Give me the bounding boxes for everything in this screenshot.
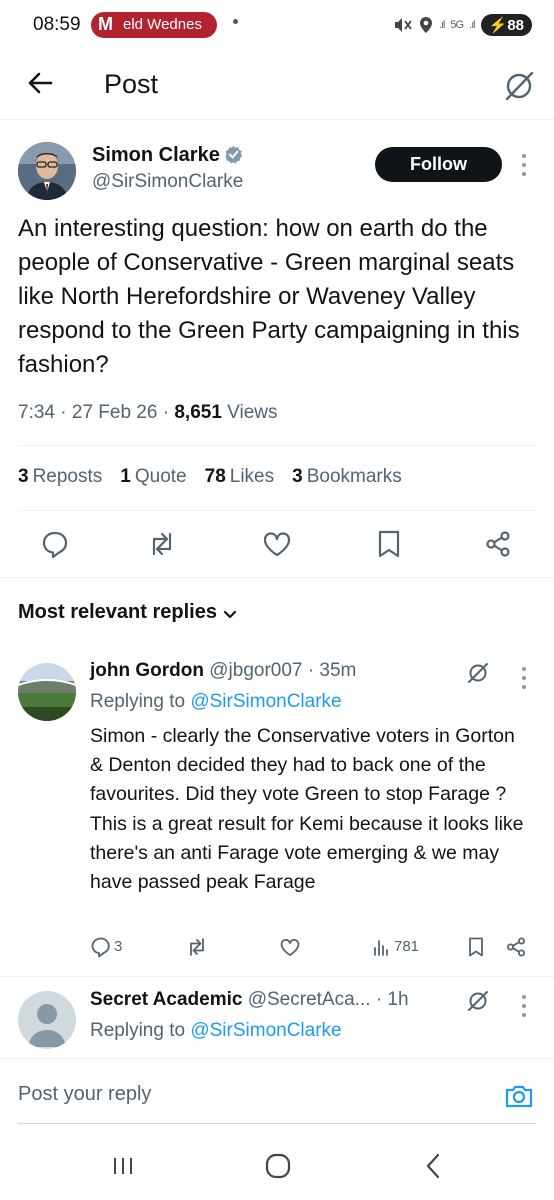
author-avatar[interactable] [18, 142, 76, 200]
verified-badge-icon [225, 145, 242, 164]
home-icon[interactable] [264, 1152, 292, 1180]
grok-icon[interactable] [466, 989, 490, 1013]
post-stats: 3 Reposts 1 Quote 78 Likes 3 Bookmarks [18, 466, 402, 488]
reply-actions: 3 781 [90, 936, 530, 966]
mute-icon [394, 18, 412, 32]
reply-composer: Post your reply [0, 1058, 554, 1125]
replying-prefix: Replying to [90, 1020, 186, 1041]
replying-to: Replying to @SirSimonClarke [90, 1020, 342, 1042]
reply-icon[interactable] [90, 936, 112, 958]
reply-author-handle[interactable]: @SecretAca... [248, 989, 371, 1010]
reply-icon[interactable] [40, 529, 70, 559]
replying-to-link[interactable]: @SirSimonClarke [190, 1020, 341, 1041]
reply-text: Simon - clearly the Conservative voters … [90, 725, 524, 894]
like-icon[interactable] [279, 936, 301, 958]
likes-label: Likes [229, 466, 275, 487]
reply-count: 3 [114, 938, 123, 955]
post-meta: 7:34 · 27 Feb 26 · 8,651 Views [18, 402, 278, 423]
reply-author-name[interactable]: Secret Academic [90, 989, 242, 1010]
recent-apps-icon[interactable] [111, 1156, 135, 1176]
reply-input[interactable]: Post your reply [18, 1083, 151, 1106]
reposts-stat[interactable]: 3 Reposts [18, 466, 102, 488]
like-icon[interactable] [262, 529, 292, 559]
quotes-stat[interactable]: 1 Quote [120, 466, 186, 488]
back-arrow-icon[interactable] [24, 67, 56, 99]
likes-stat[interactable]: 78 Likes [205, 466, 275, 488]
author-name-text: Simon Clarke [92, 144, 220, 166]
share-icon[interactable] [483, 529, 513, 559]
reposts-label: Reposts [32, 466, 103, 487]
bookmark-icon[interactable] [374, 529, 404, 559]
bookmarks-count: 3 [292, 466, 303, 487]
grok-icon[interactable] [502, 69, 536, 103]
status-icons: .ıl 5G .ıl ⚡88 [393, 12, 532, 38]
signal-icon: .ıl [438, 19, 445, 31]
views-icon[interactable] [371, 936, 393, 958]
reply-header: Secret Academic @SecretAca... · 1h [90, 989, 409, 1010]
replies-sort-dropdown[interactable]: Most relevant replies [18, 601, 237, 624]
reply-more-icon[interactable] [521, 995, 527, 1022]
post-actions [0, 525, 554, 565]
status-bar: 08:59 M eld Wednes .ıl 5G .ıl ⚡88 [0, 0, 554, 52]
reply-avatar[interactable] [18, 663, 76, 721]
follow-button[interactable]: Follow [375, 147, 502, 182]
replying-to: Replying to @SirSimonClarke [90, 691, 342, 713]
post-date: 27 Feb 26 [71, 402, 158, 423]
status-time: 08:59 [33, 14, 81, 35]
replies-sort-label: Most relevant replies [18, 601, 217, 623]
notification-pill: M eld Wednes [91, 12, 217, 38]
reply-item[interactable]: john Gordon @jbgor007 · 35m Replying to … [0, 645, 554, 975]
camera-icon[interactable] [504, 1081, 534, 1111]
views-count: 8,651 [174, 402, 222, 423]
bookmarks-stat[interactable]: 3 Bookmarks [292, 466, 402, 488]
views-label: Views [227, 402, 278, 423]
reply-avatar[interactable] [18, 991, 76, 1049]
repost-icon[interactable] [147, 529, 177, 559]
post-text: An interesting question: how on earth do… [18, 215, 520, 378]
location-icon [419, 17, 432, 33]
system-nav-bar [0, 1124, 554, 1200]
grok-icon[interactable] [466, 661, 490, 685]
network-type: 5G [450, 19, 464, 31]
bookmark-icon[interactable] [465, 936, 487, 958]
divider [0, 577, 554, 578]
battery-indicator: ⚡88 [480, 14, 532, 36]
system-back-icon[interactable] [422, 1152, 444, 1180]
reply-time: 35m [319, 660, 357, 681]
reply-author-handle[interactable]: @jbgor007 [209, 660, 302, 681]
signal-icon-2: .ıl [469, 19, 475, 31]
reposts-count: 3 [18, 466, 29, 487]
reply-more-icon[interactable] [521, 667, 527, 694]
divider [18, 510, 536, 511]
repost-icon[interactable] [186, 936, 208, 958]
share-icon[interactable] [505, 936, 527, 958]
author-name[interactable]: Simon Clarke [92, 144, 243, 167]
reply-author-name[interactable]: john Gordon [90, 660, 204, 681]
reply-item[interactable]: Secret Academic @SecretAca... · 1h Reply… [0, 977, 554, 1057]
replying-prefix: Replying to [90, 691, 186, 712]
view-count: 781 [394, 938, 420, 955]
top-bar: Post [0, 55, 554, 120]
divider [18, 445, 536, 446]
notification-text: eld Wednes [123, 16, 202, 33]
likes-count: 78 [204, 466, 226, 487]
post-author: Simon Clarke @SirSimonClarke Follow [0, 140, 554, 210]
post-time: 7:34 [18, 402, 55, 423]
quotes-count: 1 [120, 466, 131, 487]
bookmarks-label: Bookmarks [306, 466, 402, 487]
reply-header: john Gordon @jbgor007 · 35m [90, 660, 357, 681]
notification-app-letter: M [98, 14, 113, 34]
notification-dot [233, 19, 238, 24]
post-more-icon[interactable] [521, 154, 527, 181]
replying-to-link[interactable]: @SirSimonClarke [190, 691, 341, 712]
page-title: Post [104, 69, 159, 99]
quotes-label: Quote [134, 466, 187, 487]
author-handle[interactable]: @SirSimonClarke [92, 171, 243, 193]
reply-time: 1h [387, 989, 409, 1010]
battery-level: 88 [507, 17, 524, 34]
chevron-down-icon [223, 610, 237, 619]
